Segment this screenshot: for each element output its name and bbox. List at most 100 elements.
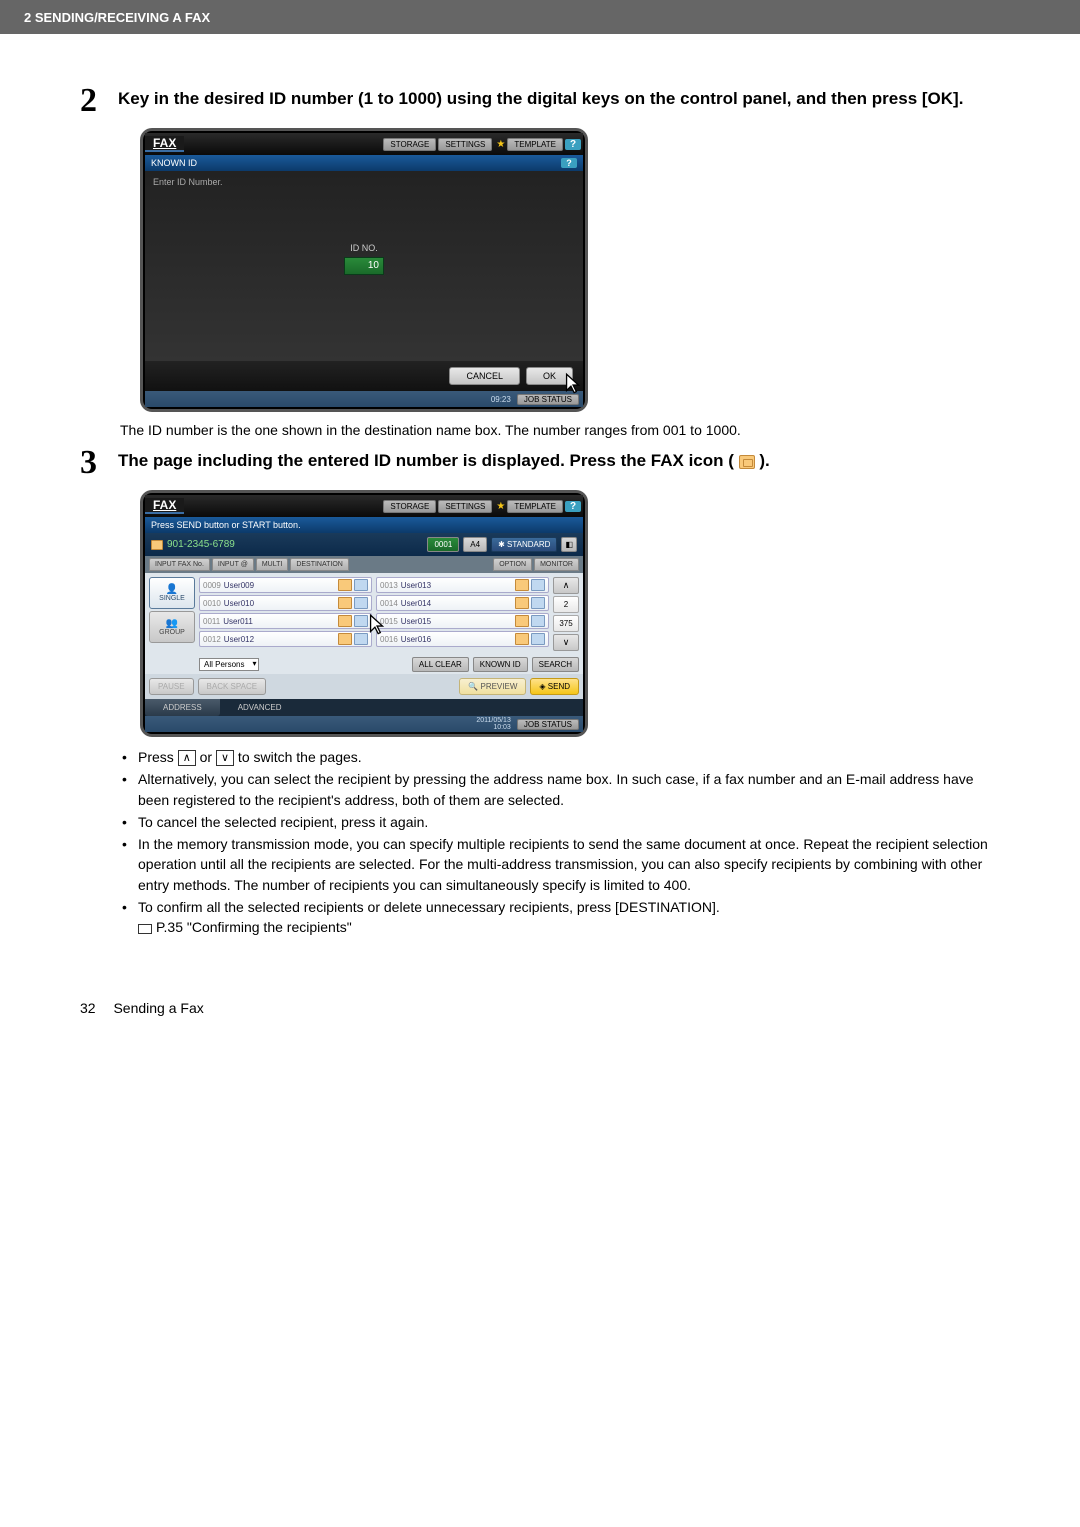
template-button[interactable]: TEMPLATE [507,138,563,151]
backspace-button[interactable]: BACK SPACE [198,678,267,695]
fax-icon[interactable] [515,597,529,609]
tab-group[interactable]: 👥 GROUP [149,611,195,643]
email-icon[interactable] [354,579,368,591]
note-3: To cancel the selected recipient, press … [120,812,1000,832]
help-icon[interactable]: ? [565,139,581,150]
page-footer: 32 Sending a Fax [0,1000,1080,1016]
cancel-button[interactable]: CANCEL [449,367,520,385]
note-5-ref: P.35 "Confirming the recipients" [156,919,352,935]
id-no-label: ID NO. [145,193,583,253]
tab-input-fax-no[interactable]: INPUT FAX No. [149,558,210,571]
section-title: Sending a Fax [113,1000,203,1016]
scroll-up-button[interactable]: ∧ [553,577,579,594]
template-button[interactable]: TEMPLATE [507,500,563,513]
note-4: In the memory transmission mode, you can… [120,834,1000,895]
all-clear-button[interactable]: ALL CLEAR [412,657,469,672]
timestamp: 2011/05/13 10:03 [476,717,511,731]
shot1-footer: CANCEL OK [145,361,583,391]
enter-id-hint: Enter ID Number. [145,171,583,193]
send-button[interactable]: ◈ SEND [530,678,579,695]
list-item[interactable]: 0013User013 [376,577,549,593]
list-item[interactable]: 0015User015 [376,613,549,629]
list-item[interactable]: 0012User012 [199,631,372,647]
email-icon[interactable] [354,633,368,645]
email-icon[interactable] [531,579,545,591]
tab-address[interactable]: ADDRESS [145,699,220,716]
page-number: 32 [80,1000,96,1016]
job-status-button[interactable]: JOB STATUS [517,394,579,405]
list-item[interactable]: 0016User016 [376,631,549,647]
down-arrow-icon: ∨ [216,750,234,766]
step-number-2: 2 [80,84,104,118]
person-icon: 👤 [152,584,192,595]
address-list: 0009User009 0010User010 0011User011 0012… [199,577,579,651]
settings-button[interactable]: SETTINGS [438,138,492,151]
fax-icon[interactable] [338,597,352,609]
note-1: Press ∧ or ∨ to switch the pages. [120,747,1000,767]
tab-single[interactable]: 👤 SINGLE [149,577,195,609]
fax-icon[interactable] [338,615,352,627]
storage-button[interactable]: STORAGE [383,500,436,513]
group-icon: 👥 [152,618,192,629]
email-icon[interactable] [354,615,368,627]
fax-icon[interactable] [338,579,352,591]
tab-input-at[interactable]: INPUT @ [212,558,254,571]
fax-icon[interactable] [515,579,529,591]
scroll-controls: ∧ 2 375 ∨ [553,577,579,651]
list-item[interactable]: 0009User009 [199,577,372,593]
fax-icon[interactable] [515,615,529,627]
step-3-title: The page including the entered ID number… [118,446,770,480]
email-icon[interactable] [531,633,545,645]
email-icon[interactable] [531,615,545,627]
fax-icon[interactable] [338,633,352,645]
page-total: 375 [553,615,579,632]
chapter-header: 2 SENDING/RECEIVING A FAX [0,0,1080,34]
recipient-row: 901-2345-6789 0001 A4 ✱ STANDARD ◧ [145,533,583,556]
tab-destination[interactable]: DESTINATION [290,558,349,571]
side-tabs: 👤 SINGLE 👥 GROUP [149,577,195,651]
id-number-input[interactable]: 10 [344,257,384,275]
search-button[interactable]: SEARCH [532,657,579,672]
storage-button[interactable]: STORAGE [383,138,436,151]
star-icon: ★ [496,501,505,512]
tab-monitor[interactable]: MONITOR [534,558,579,571]
preview-button[interactable]: 🔍 PREVIEW [459,678,526,695]
input-tabs: INPUT FAX No. INPUT @ MULTI DESTINATION … [145,556,583,573]
tab-option[interactable]: OPTION [493,558,532,571]
note-2: Alternatively, you can select the recipi… [120,769,1000,810]
paper-button[interactable]: A4 [463,537,487,552]
bottom-tabs: ADDRESS ADVANCED [145,699,583,716]
fax-icon [739,455,755,469]
help-icon[interactable]: ? [565,501,581,512]
rec-id-button[interactable]: 0001 [427,537,459,552]
step-3-screenshot: FAX STORAGE SETTINGS ★ TEMPLATE ? Press … [140,490,1000,737]
step-2: 2 Key in the desired ID number (1 to 100… [80,84,1000,118]
step-number-3: 3 [80,446,104,480]
list-item[interactable]: 0014User014 [376,595,549,611]
ok-button[interactable]: OK [526,367,573,385]
known-id-label: KNOWN ID [151,158,197,168]
scroll-down-button[interactable]: ∨ [553,634,579,651]
mode-icon[interactable]: ◧ [561,537,577,552]
shot2-subheader: Press SEND button or START button. [145,517,583,533]
help-icon[interactable]: ? [561,158,577,168]
fax-icon[interactable] [515,633,529,645]
tab-advanced[interactable]: ADVANCED [220,699,300,716]
page-content: 2 Key in the desired ID number (1 to 100… [0,34,1080,1000]
list-item[interactable]: 0010User010 [199,595,372,611]
step-3: 3 The page including the entered ID numb… [80,446,1000,480]
settings-button[interactable]: SETTINGS [438,500,492,513]
pause-button[interactable]: PAUSE [149,678,194,695]
email-icon[interactable] [354,597,368,609]
shot2-title: FAX [145,498,184,514]
tab-multi[interactable]: MULTI [256,558,288,571]
known-id-button[interactable]: KNOWN ID [473,657,528,672]
step-3-notes: Press ∧ or ∨ to switch the pages. Altern… [120,747,1000,938]
email-icon[interactable] [531,597,545,609]
persons-dropdown[interactable]: All Persons [199,658,259,671]
shot1-body: Enter ID Number. ID NO. 10 [145,171,583,361]
job-status-button[interactable]: JOB STATUS [517,719,579,730]
quality-button[interactable]: ✱ STANDARD [491,537,557,552]
shot1-subheader: KNOWN ID ? [145,155,583,171]
list-item[interactable]: 0011User011 [199,613,372,629]
